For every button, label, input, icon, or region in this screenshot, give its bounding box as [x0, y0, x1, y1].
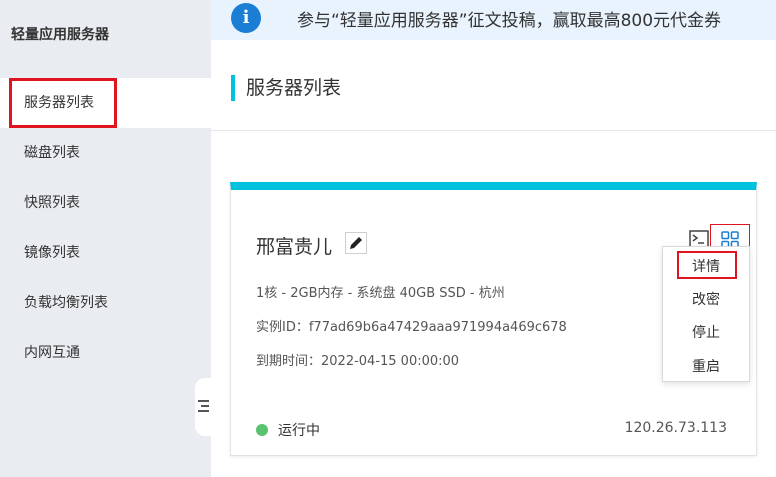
- sidebar-item-disk-list[interactable]: 磁盘列表: [0, 128, 211, 178]
- divider: [211, 130, 776, 131]
- menu-item-stop[interactable]: 停止: [663, 322, 749, 342]
- sidebar-collapse-button[interactable]: [195, 378, 211, 436]
- menu-item-restart[interactable]: 重启: [663, 356, 749, 376]
- sidebar-title: 轻量应用服务器: [11, 27, 109, 43]
- info-icon: i: [231, 3, 261, 33]
- server-status: 运行中: [256, 420, 320, 440]
- sidebar-item-label: 磁盘列表: [24, 145, 80, 161]
- instance-id: 实例ID：f77ad69b6a47429aaa971994a469c678: [256, 320, 567, 335]
- expiry-time: 到期时间：2022-04-15 00:00:00: [256, 354, 460, 369]
- highlight-box: [9, 78, 117, 128]
- sidebar-item-snapshot-list[interactable]: 快照列表: [0, 178, 211, 228]
- edit-name-button[interactable]: [345, 232, 367, 254]
- notice-banner: i 参与“轻量应用服务器”征文投稿，赢取最高800元代金券: [211, 0, 776, 40]
- sidebar-item-load-balancer-list[interactable]: 负载均衡列表: [0, 278, 211, 328]
- sidebar-item-label: 负载均衡列表: [24, 295, 108, 311]
- menu-item-reset-password[interactable]: 改密: [663, 289, 749, 309]
- collapse-icon: [198, 400, 209, 414]
- notice-text[interactable]: 参与“轻量应用服务器”征文投稿，赢取最高800元代金券: [297, 6, 721, 31]
- menu-item-details[interactable]: 详情: [663, 256, 749, 276]
- server-name: 邢富贵儿: [256, 236, 333, 258]
- sidebar-item-image-list[interactable]: 镜像列表: [0, 228, 211, 278]
- sidebar-item-label: 快照列表: [24, 195, 80, 211]
- status-text: 运行中: [278, 423, 320, 439]
- sidebar: 轻量应用服务器 服务器列表 磁盘列表 快照列表 镜像列表 负载均衡列表 内网互通: [0, 0, 211, 477]
- pencil-icon: [350, 237, 362, 249]
- sidebar-item-label: 镜像列表: [24, 245, 80, 261]
- sidebar-item-intranet[interactable]: 内网互通: [0, 328, 211, 378]
- sidebar-item-label: 内网互通: [24, 345, 80, 361]
- page-title: 服务器列表: [231, 75, 341, 101]
- actions-dropdown: 详情 改密 停止 重启: [662, 246, 750, 382]
- server-spec: 1核 - 2GB内存 - 系统盘 40GB SSD - 杭州: [256, 286, 505, 301]
- server-ip: 120.26.73.113: [624, 420, 727, 436]
- status-dot-icon: [256, 424, 268, 436]
